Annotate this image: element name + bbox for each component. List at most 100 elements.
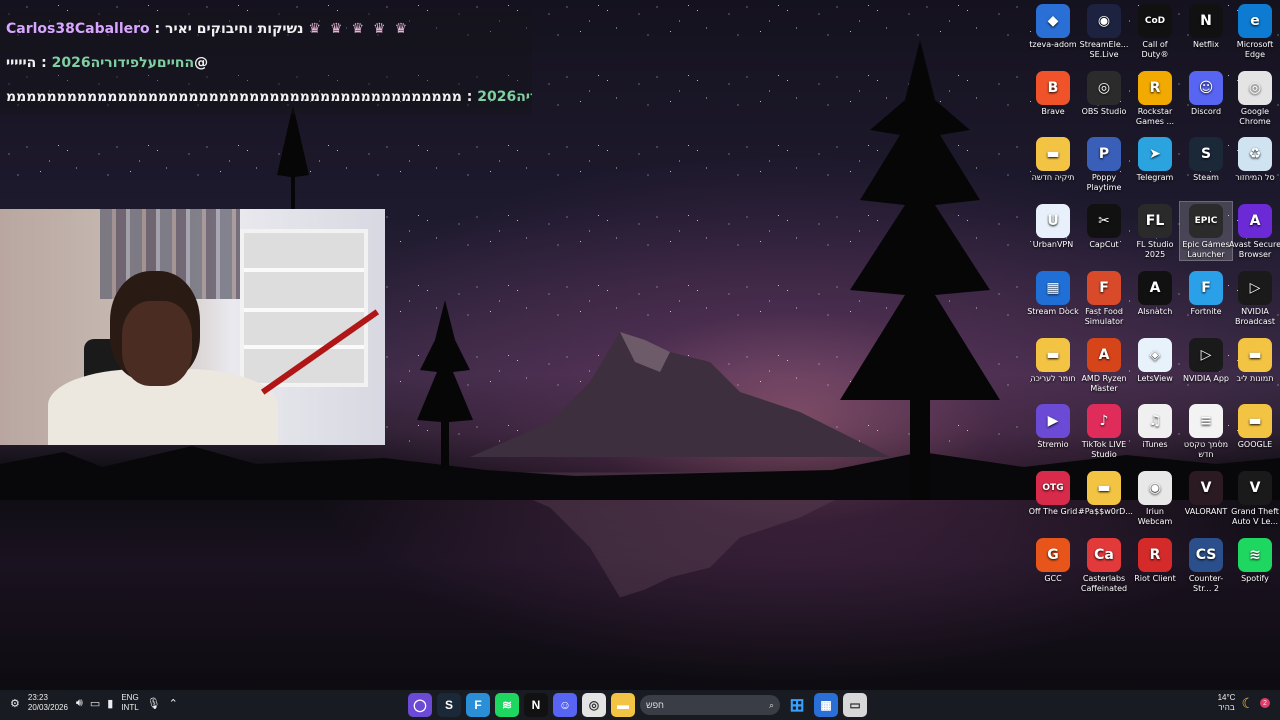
start-button[interactable]: ⊞	[785, 693, 809, 717]
capcut-icon: ✂	[1087, 204, 1121, 239]
steam-taskbar-icon[interactable]: S	[437, 693, 461, 717]
desktop-icon[interactable]: U UrbanVPN	[1027, 202, 1079, 250]
settings-gear-icon[interactable]: ⚙	[10, 697, 20, 710]
desktop-icon-label: Discord	[1190, 106, 1222, 116]
desktop-icon[interactable]: ▬ #Pa$$w0rD...	[1078, 469, 1133, 517]
vpn-icon: U	[1036, 204, 1070, 239]
desktop-icon[interactable]: CoD Call of Duty®	[1129, 2, 1181, 60]
folder-icon: ▬	[1087, 470, 1121, 505]
window-app-icon[interactable]: ▭	[843, 693, 867, 717]
desktop-icon[interactable]: FL FL Studio 2025	[1129, 202, 1181, 260]
desktop-icon[interactable]: F Fast Food Simulator	[1078, 269, 1130, 327]
desktop-icon[interactable]: ≋ Spotify	[1229, 536, 1280, 584]
desktop-icon[interactable]: ◎ OBS Studio	[1078, 69, 1130, 117]
chat-message: החייםעלפידוריה2026 : מממממממממממממממממממ…	[0, 80, 532, 114]
netflix-taskbar-icon[interactable]: N	[524, 693, 548, 717]
task-view-icon[interactable]: ▦	[814, 693, 838, 717]
desktop-icon[interactable]: ♪ TikTok LIVE Studio	[1078, 402, 1130, 460]
desktop-icon-label: LetsView	[1137, 373, 1173, 383]
desktop-icon[interactable]: A Avast Secure Browser	[1229, 202, 1280, 260]
desktop-icon[interactable]: ▬ תמונות ליב	[1229, 336, 1280, 384]
system-tray: 🔊︎ ▭ ▮	[76, 697, 113, 710]
taskbar[interactable]: ⚙ 23:23 20/03/2026 🔊︎ ▭ ▮ ENG INTL 🎙︎ ⌃ …	[0, 690, 1280, 720]
network-icon[interactable]: ▭	[90, 697, 100, 710]
search-placeholder: חפש	[646, 700, 664, 710]
desktop-icon-label: Google Chrome	[1239, 106, 1271, 126]
desktop-icon[interactable]: ♫ iTunes	[1129, 402, 1181, 450]
desktop-icon[interactable]: ▬ חומר לעריכה	[1027, 336, 1079, 384]
desktop-icon[interactable]: ▦ Stream Dock	[1027, 269, 1079, 317]
desktop-icon-label: AIsnatch	[1137, 306, 1173, 316]
desktop-icon[interactable]: ▶ Stremio	[1027, 402, 1079, 450]
fl-studio-icon: FL	[1138, 204, 1172, 239]
desktop-icon[interactable]: V VALORANT	[1180, 469, 1232, 517]
webcam-overlay	[0, 209, 385, 445]
file-explorer-app-icon[interactable]: F	[466, 693, 490, 717]
clock-time: 23:23	[27, 693, 48, 702]
desktop-icon[interactable]: G GCC	[1027, 536, 1079, 584]
volume-icon[interactable]: 🔊︎	[76, 697, 83, 710]
folder-taskbar-icon[interactable]: ▬	[611, 693, 635, 717]
desktop-icon[interactable]: ♻ סל המיחזור	[1229, 135, 1280, 183]
microphone-icon[interactable]: 🎙︎	[147, 697, 161, 710]
desktop-icon[interactable]: ◈ LetsView	[1129, 336, 1181, 384]
desktop-icon[interactable]: ≡ מסמך טקסט חדש	[1180, 402, 1232, 460]
stremio-icon: ▶	[1036, 404, 1070, 439]
desktop-icon[interactable]: R Rockstar Games ...	[1129, 69, 1181, 127]
desktop-icon[interactable]: S Steam	[1180, 135, 1232, 183]
desktop-icon[interactable]: B Brave	[1027, 69, 1079, 117]
desktop-icon[interactable]: OTG Off The Grid	[1027, 469, 1079, 517]
folder-icon: ▬	[1238, 337, 1272, 372]
desktop-icon[interactable]: V Grand Theft Auto V Le...	[1229, 469, 1280, 527]
desktop-icon[interactable]: ◆ tzeva-adom	[1027, 2, 1079, 50]
desktop-icon[interactable]: A AIsnatch	[1129, 269, 1181, 317]
language-indicator[interactable]: ENG INTL	[121, 693, 138, 713]
desktop-icon-label: Brave	[1041, 106, 1065, 116]
desktop-icon-label: Iriun Webcam	[1137, 506, 1173, 526]
desktop-icon[interactable]: ◉ StreamEle... SE.Live	[1078, 2, 1130, 60]
text-file-icon: ≡	[1189, 404, 1223, 439]
streamer-face	[122, 301, 192, 386]
desktop-icon[interactable]: EPIC Epic Games Launcher	[1179, 201, 1233, 262]
taskbar-right: 14°C בהיר ☾ 2	[1218, 693, 1270, 713]
desktop-icon[interactable]: ☺ Discord	[1180, 69, 1232, 117]
desktop-icon[interactable]: F Fortnite	[1180, 269, 1232, 317]
desktop-icon[interactable]: ◉ Iriun Webcam	[1129, 469, 1181, 527]
desktop-icon[interactable]: Ca Casterlabs Caffeinated	[1078, 536, 1130, 594]
chevron-up-icon[interactable]: ⌃	[169, 697, 178, 710]
notification-badge[interactable]: 2	[1260, 698, 1270, 708]
chat-username: Carlos38Caballero	[6, 21, 150, 37]
desktop-icon[interactable]: R Riot Client	[1129, 536, 1181, 584]
desktop-icon-label: סל המיחזור	[1235, 173, 1275, 183]
desktop-icon-label: AMD Ryzen Master	[1081, 373, 1127, 393]
taskbar-left: ⚙ 23:23 20/03/2026 🔊︎ ▭ ▮ ENG INTL 🎙︎ ⌃	[10, 693, 178, 713]
desktop-icon-label: NVIDIA Broadcast	[1234, 306, 1276, 326]
spotify-taskbar-icon[interactable]: ≋	[495, 693, 519, 717]
desktop-icon-label: Fast Food Simulator	[1084, 306, 1124, 326]
app-icon: ◆	[1036, 4, 1070, 38]
amd-icon: A	[1087, 337, 1121, 372]
desktop-icon[interactable]: A AMD Ryzen Master	[1078, 336, 1130, 394]
battery-icon[interactable]: ▮	[107, 697, 113, 710]
desktop-icon[interactable]: ▷ NVIDIA Broadcast	[1229, 269, 1280, 327]
desktop-icon[interactable]: ▬ תיקיה חדשה	[1027, 135, 1079, 183]
desktop-icon[interactable]: ▬ GOOGLE	[1229, 402, 1280, 450]
chrome-taskbar-icon[interactable]: ◎	[582, 693, 606, 717]
desktop-icon-label: iTunes	[1142, 440, 1168, 450]
desktop-icon[interactable]: CS Counter-Str... 2	[1180, 536, 1232, 594]
app-circle-icon[interactable]: ◯	[408, 693, 432, 717]
discord-taskbar-icon[interactable]: ☺	[553, 693, 577, 717]
weather-label: בהיר	[1218, 703, 1235, 712]
desktop-icon[interactable]: N Netflix	[1180, 2, 1232, 50]
desktop-icon[interactable]: ◎ Google Chrome	[1229, 69, 1280, 127]
weather-widget[interactable]: 14°C בהיר	[1218, 693, 1236, 713]
desktop-icon[interactable]: ▷ NVIDIA App	[1180, 336, 1232, 384]
small-pine-tree	[417, 300, 473, 470]
clock[interactable]: 23:23 20/03/2026	[28, 693, 68, 713]
desktop-icon[interactable]: ➤ Telegram	[1129, 135, 1181, 183]
chat-text: נשיקות וחיבוקים יאיר	[165, 21, 304, 37]
desktop-icon[interactable]: e Microsoft Edge	[1229, 2, 1280, 60]
desktop-icon[interactable]: ✂ CapCut	[1078, 202, 1130, 250]
desktop-icon[interactable]: P Poppy Playtime	[1078, 135, 1130, 193]
taskbar-search-box[interactable]: חפש ⌕	[640, 695, 780, 715]
